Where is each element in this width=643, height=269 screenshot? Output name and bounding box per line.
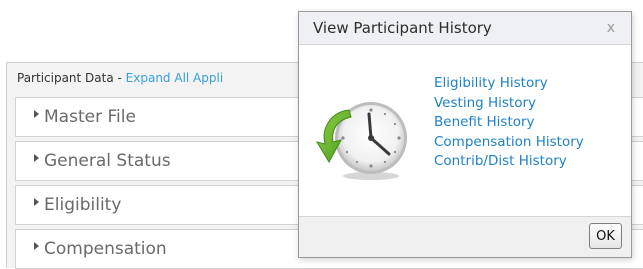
eligibility-history-link[interactable]: Eligibility History	[434, 74, 584, 94]
expand-arrow-icon	[34, 110, 39, 118]
section-label: Compensation	[44, 239, 167, 259]
contrib-dist-history-link[interactable]: Contrib/Dist History	[434, 152, 584, 172]
clock-history-icon	[315, 102, 407, 180]
history-links: Eligibility History Vesting History Bene…	[434, 74, 584, 172]
expand-arrow-icon	[34, 154, 39, 162]
section-label: Eligibility	[44, 195, 122, 215]
participant-history-dialog: View Participant History x Eligibility H…	[298, 11, 632, 258]
expand-arrow-icon	[34, 198, 39, 206]
ok-button[interactable]: OK	[589, 223, 622, 249]
section-label: Master File	[44, 107, 136, 127]
dialog-titlebar[interactable]: View Participant History x	[299, 12, 631, 45]
close-icon[interactable]: x	[607, 12, 615, 44]
vesting-history-link[interactable]: Vesting History	[434, 94, 584, 114]
section-label: General Status	[44, 151, 171, 171]
dialog-title: View Participant History	[313, 19, 492, 37]
benefit-history-link[interactable]: Benefit History	[434, 113, 584, 133]
compensation-history-link[interactable]: Compensation History	[434, 133, 584, 153]
expand-arrow-icon	[34, 242, 39, 250]
dialog-footer: OK	[299, 216, 631, 257]
expand-all-link[interactable]: Expand All Appli	[126, 71, 224, 85]
panel-header-label: Participant Data -	[17, 71, 126, 85]
